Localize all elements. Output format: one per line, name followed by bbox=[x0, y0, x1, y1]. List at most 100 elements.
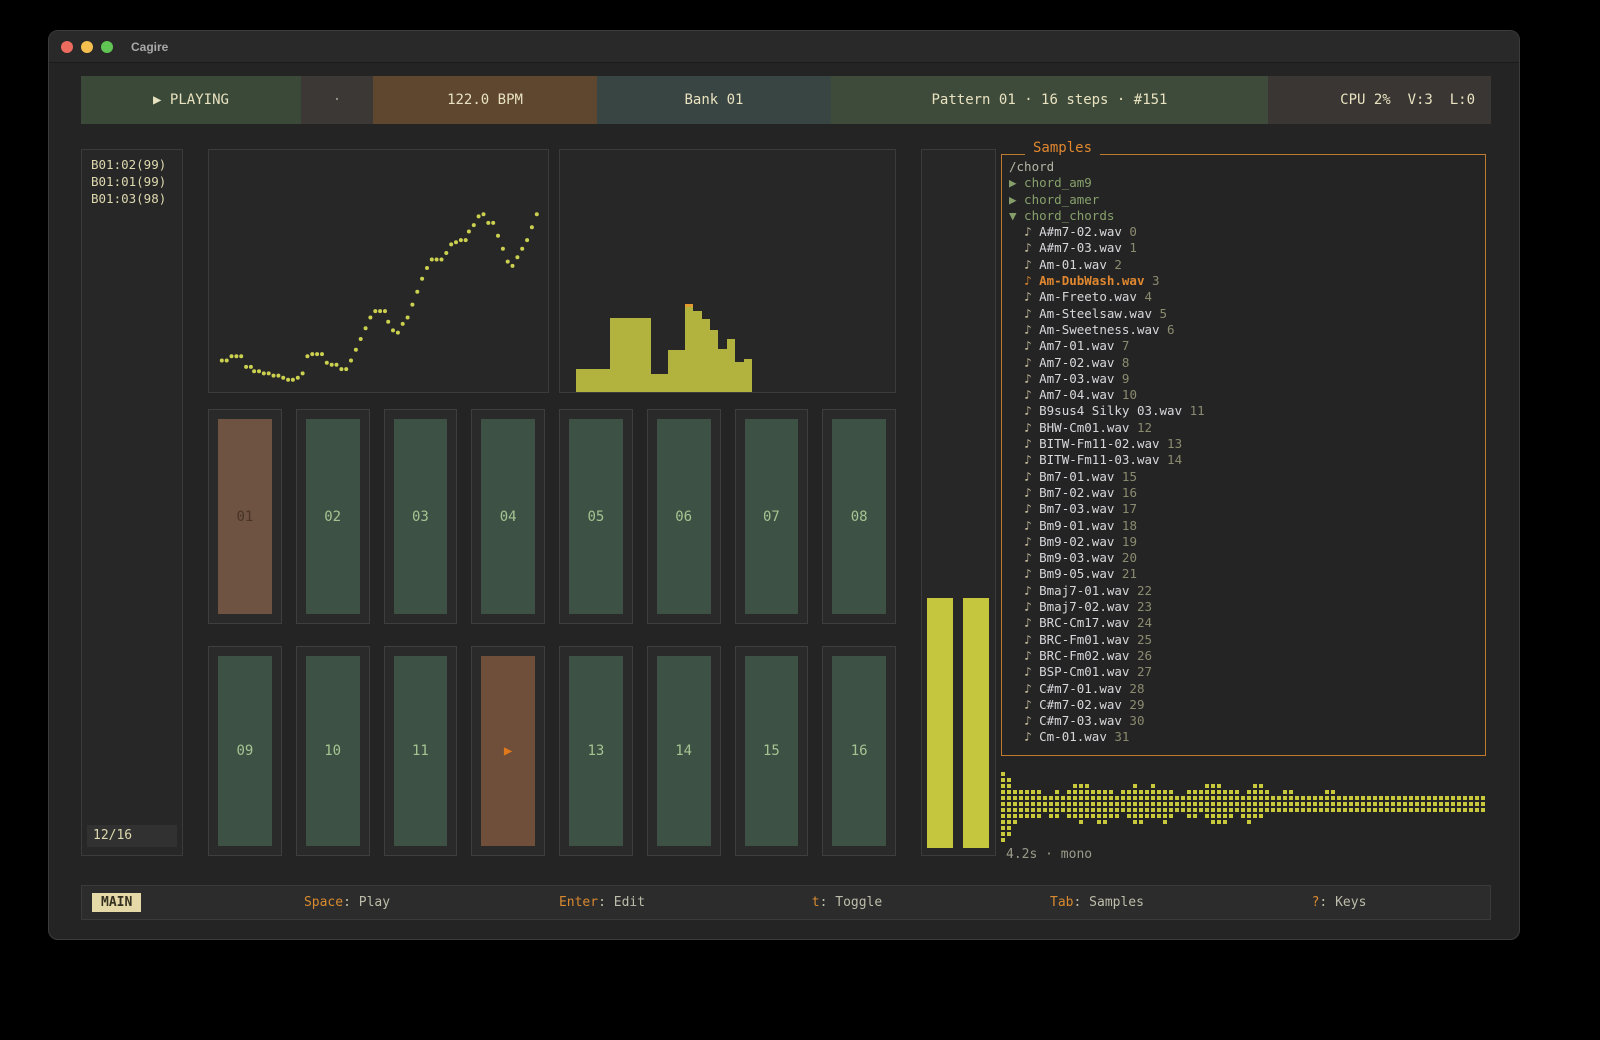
pattern-display[interactable]: Pattern 01 · 16 steps · #151 bbox=[831, 76, 1268, 124]
tree-file[interactable]: ♪ BITW-Fm11-03.wav 14 bbox=[1009, 452, 1477, 468]
scatter-dot bbox=[472, 223, 476, 227]
scatter-dot bbox=[354, 348, 358, 352]
pad-14[interactable]: 14 bbox=[647, 646, 721, 856]
tree-file[interactable]: ♪ BSP-Cm01.wav 27 bbox=[1009, 664, 1477, 680]
tree-file[interactable]: ♪ BRC-Fm01.wav 25 bbox=[1009, 632, 1477, 648]
scatter-dot bbox=[525, 238, 529, 242]
waveform-dot bbox=[1337, 808, 1341, 812]
file-index: 2 bbox=[1107, 257, 1122, 272]
bpm-display[interactable]: 122.0 BPM bbox=[373, 76, 597, 124]
waveform-dot bbox=[1073, 796, 1077, 800]
tree-file[interactable]: ♪ Bmaj7-02.wav 23 bbox=[1009, 599, 1477, 615]
waveform-dot bbox=[1091, 790, 1095, 794]
pad-11[interactable]: 11 bbox=[384, 646, 458, 856]
tree-file[interactable]: ♪ Bm9-01.wav 18 bbox=[1009, 518, 1477, 534]
indent bbox=[1009, 713, 1024, 728]
waveform-dot bbox=[1217, 784, 1221, 788]
pad-05[interactable]: 05 bbox=[559, 409, 633, 624]
tree-file[interactable]: ♪ Am7-02.wav 8 bbox=[1009, 355, 1477, 371]
waveform-dot bbox=[1025, 802, 1029, 806]
waveform-dot bbox=[1283, 802, 1287, 806]
tree-file[interactable]: ♪ BRC-Fm02.wav 26 bbox=[1009, 648, 1477, 664]
hint-key: t bbox=[812, 895, 820, 910]
pad-04[interactable]: 04 bbox=[471, 409, 545, 624]
pad-06[interactable]: 06 bbox=[647, 409, 721, 624]
transport-state[interactable]: ▶ PLAYING bbox=[81, 76, 301, 124]
tree-file[interactable]: ♪ Bm7-01.wav 15 bbox=[1009, 469, 1477, 485]
maximize-button[interactable] bbox=[101, 41, 113, 53]
note-icon: ♪ bbox=[1024, 664, 1032, 679]
indent bbox=[1009, 599, 1024, 614]
waveform-dot bbox=[1145, 796, 1149, 800]
waveform-dot bbox=[1007, 778, 1011, 782]
tree-file[interactable]: ♪ C#m7-03.wav 30 bbox=[1009, 713, 1477, 729]
tree-file[interactable]: ♪ Am7-01.wav 7 bbox=[1009, 338, 1477, 354]
tree-file[interactable]: ♪ Am-DubWash.wav 3 bbox=[1009, 273, 1477, 289]
waveform-dot bbox=[1019, 796, 1023, 800]
pad-09[interactable]: 09 bbox=[208, 646, 282, 856]
tree-file[interactable]: ♪ BRC-Cm17.wav 24 bbox=[1009, 615, 1477, 631]
pad-16[interactable]: 16 bbox=[822, 646, 896, 856]
waveform-dot bbox=[1439, 808, 1443, 812]
file-index: 18 bbox=[1114, 518, 1137, 533]
waveform-dot bbox=[1049, 808, 1053, 812]
waveform-dot bbox=[1331, 790, 1335, 794]
tree-file[interactable]: ♪ Am-Steelsaw.wav 5 bbox=[1009, 306, 1477, 322]
tree-file[interactable]: ♪ Bm7-02.wav 16 bbox=[1009, 485, 1477, 501]
pad-10[interactable]: 10 bbox=[296, 646, 370, 856]
pad-02[interactable]: 02 bbox=[296, 409, 370, 624]
tree-file[interactable]: ♪ Am-01.wav 2 bbox=[1009, 257, 1477, 273]
tree-file[interactable]: ♪ C#m7-02.wav 29 bbox=[1009, 697, 1477, 713]
bank-display[interactable]: Bank 01 bbox=[597, 76, 831, 124]
hint-key: Enter bbox=[559, 895, 598, 910]
pad-15[interactable]: 15 bbox=[735, 646, 809, 856]
tree-file[interactable]: ♪ Am7-03.wav 9 bbox=[1009, 371, 1477, 387]
waveform-dot bbox=[1079, 814, 1083, 818]
waveform-dot bbox=[1169, 808, 1173, 812]
tree-file[interactable]: ♪ Bmaj7-01.wav 22 bbox=[1009, 583, 1477, 599]
scatter-dot bbox=[239, 354, 243, 358]
tree-file[interactable]: ♪ A#m7-03.wav 1 bbox=[1009, 240, 1477, 256]
scatter-dot bbox=[482, 212, 486, 216]
tree-file[interactable]: ♪ Bm9-05.wav 21 bbox=[1009, 566, 1477, 582]
pad-label: 05 bbox=[569, 419, 623, 614]
waveform-dot bbox=[1043, 808, 1047, 812]
waveform-dot bbox=[1247, 796, 1251, 800]
close-button[interactable] bbox=[61, 41, 73, 53]
waveform-dot bbox=[1007, 820, 1011, 824]
tree-file[interactable]: ♪ BITW-Fm11-02.wav 13 bbox=[1009, 436, 1477, 452]
pad-13[interactable]: 13 bbox=[559, 646, 633, 856]
waveform-dot bbox=[1421, 802, 1425, 806]
waveform-dot bbox=[1061, 796, 1065, 800]
file-name: BRC-Cm17.wav bbox=[1032, 615, 1130, 630]
tree-file[interactable]: ♪ A#m7-02.wav 0 bbox=[1009, 224, 1477, 240]
pad-01[interactable]: 01 bbox=[208, 409, 282, 624]
tree-file[interactable]: ♪ Bm9-02.wav 19 bbox=[1009, 534, 1477, 550]
tree-folder[interactable]: ▼ chord_chords bbox=[1009, 208, 1477, 224]
tree-folder[interactable]: ▶ chord_amer bbox=[1009, 192, 1477, 208]
waveform-dot bbox=[1049, 796, 1053, 800]
tree-folder[interactable]: ▶ chord_am9 bbox=[1009, 175, 1477, 191]
tree-file[interactable]: ♪ Bm9-03.wav 20 bbox=[1009, 550, 1477, 566]
tree-file[interactable]: ♪ C#m7-01.wav 28 bbox=[1009, 681, 1477, 697]
histogram-bar bbox=[693, 311, 701, 392]
note-icon: ♪ bbox=[1024, 273, 1032, 288]
tree-file[interactable]: ♪ Am-Sweetness.wav 6 bbox=[1009, 322, 1477, 338]
tree-file[interactable]: ♪ BHW-Cm01.wav 12 bbox=[1009, 420, 1477, 436]
pad-07[interactable]: 07 bbox=[735, 409, 809, 624]
tree-file[interactable]: ♪ B9sus4 Silky 03.wav 11 bbox=[1009, 403, 1477, 419]
tree-file[interactable]: ♪ Am7-04.wav 10 bbox=[1009, 387, 1477, 403]
tree-file[interactable]: ♪ Am-Freeto.wav 4 bbox=[1009, 289, 1477, 305]
indent bbox=[1009, 648, 1024, 663]
note-icon: ♪ bbox=[1024, 338, 1032, 353]
tree-file[interactable]: ♪ Cm-01.wav 31 bbox=[1009, 729, 1477, 745]
pad-03[interactable]: 03 bbox=[384, 409, 458, 624]
activity-scatter-chart bbox=[208, 149, 549, 393]
minimize-button[interactable] bbox=[81, 41, 93, 53]
waveform-dot bbox=[1085, 808, 1089, 812]
pad-08[interactable]: 08 bbox=[822, 409, 896, 624]
tree-path[interactable]: /chord bbox=[1009, 159, 1477, 175]
folder-name: chord_am9 bbox=[1017, 175, 1092, 190]
pad-12[interactable]: ▶ bbox=[471, 646, 545, 856]
tree-file[interactable]: ♪ Bm7-03.wav 17 bbox=[1009, 501, 1477, 517]
